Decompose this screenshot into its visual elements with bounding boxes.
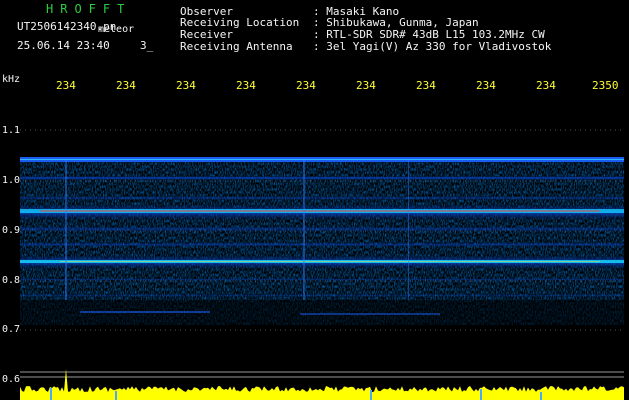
x-tick: 234 — [536, 79, 556, 92]
x-tick: 234 — [56, 79, 76, 92]
subtitle: meteor — [98, 24, 135, 35]
x-tick: 234 — [236, 79, 256, 92]
x-tick: 234 — [116, 79, 136, 92]
level-strip-marker — [370, 390, 372, 400]
y-tick: 0.7 — [2, 324, 21, 335]
x-tick: 234 — [416, 79, 436, 92]
y-tick: 1.0 — [2, 175, 21, 186]
y-tick: 1.1 — [2, 125, 21, 136]
x-tick: 234 — [176, 79, 196, 92]
level-strip — [20, 369, 624, 400]
level-strip-marker — [115, 391, 117, 400]
x-tick: 234 — [356, 79, 376, 92]
x-tick: 234 — [476, 79, 496, 92]
antenna-value: : 3el Yagi(V) Az 330 for Vladivostok — [313, 40, 552, 53]
x-tick: 2350 — [592, 79, 619, 92]
spectrogram-plot — [20, 129, 624, 400]
date-time: 25.06.14 23:40 — [17, 39, 110, 52]
level-strip-marker — [540, 392, 542, 400]
y-axis-unit: kHz — [2, 74, 21, 85]
level-strip-marker — [480, 389, 482, 400]
level-strip-fill — [20, 369, 624, 400]
y-tick: 0.6 — [2, 374, 21, 385]
app-title: HROFFT — [46, 2, 132, 16]
x-tick: 234 — [296, 79, 316, 92]
y-tick: 0.9 — [2, 225, 21, 236]
y-tick: 0.8 — [2, 275, 21, 286]
antenna-label: Receiving Antenna — [180, 40, 293, 53]
count: 3_ — [140, 39, 154, 52]
level-strip-marker — [50, 388, 52, 400]
